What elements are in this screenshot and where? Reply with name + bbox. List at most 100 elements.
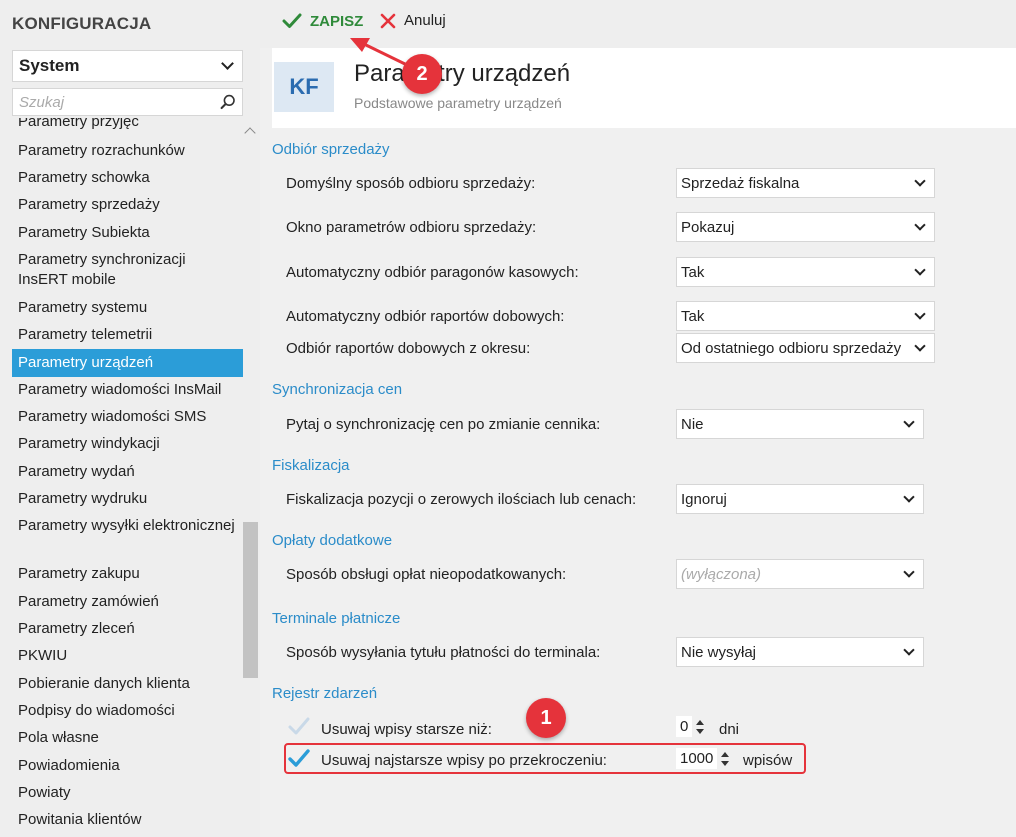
chevron-down-icon <box>914 218 926 231</box>
pytaj-o-synchronizacje-select[interactable]: Nie <box>676 409 924 439</box>
sidebar-item-powiadomienia[interactable]: Powiadomienia <box>12 756 243 776</box>
chevron-down-icon <box>914 174 926 187</box>
page-subtitle: Podstawowe parametry urządzeń <box>354 95 562 111</box>
sidebar-item-parametry-subiekta[interactable]: Parametry Subiekta <box>12 223 243 243</box>
unit-label: wpisów <box>743 752 793 769</box>
cancel-button[interactable]: Anuluj <box>380 12 446 29</box>
automatyczny-odbior-raportow-select[interactable]: Tak <box>676 301 935 331</box>
sidebar-item-parametry-synchronizacji[interactable]: Parametry synchronizacji InsERT mobile <box>12 250 243 290</box>
search-icon[interactable] <box>220 92 236 112</box>
search-box[interactable] <box>12 88 243 116</box>
module-select[interactable]: System <box>12 50 243 82</box>
setting-label: Automatyczny odbiór paragonów kasowych: <box>286 264 579 281</box>
section-title-odbior-sprzedazy: Odbiór sprzedaży <box>272 141 390 158</box>
sidebar-item-parametry-rozrachunkow[interactable]: Parametry rozrachunków <box>12 141 243 161</box>
x-icon <box>380 13 396 28</box>
decrement-icon[interactable] <box>721 760 730 766</box>
select-value: Nie <box>681 415 704 433</box>
sidebar-item-parametry-zakupu[interactable]: Parametry zakupu <box>12 564 243 584</box>
chevron-down-icon <box>914 339 926 352</box>
sidebar-item-parametry-zamowien[interactable]: Parametry zamówień <box>12 592 243 612</box>
check-icon <box>288 717 310 735</box>
check-icon <box>282 13 302 28</box>
sidebar-item-podpisy-do-wiadomosci[interactable]: Podpisy do wiadomości <box>12 701 243 721</box>
main-content: KF Parametry urządzeń Podstawowe paramet… <box>260 48 1016 837</box>
wpisow-spinner[interactable]: 1000 <box>676 748 730 769</box>
sidebar-item-parametry-wysylki-elektronicznej[interactable]: Parametry wysyłki elektronicznej <box>12 516 243 536</box>
search-input[interactable] <box>19 93 220 111</box>
sidebar-item-powitania-klientow[interactable]: Powitania klientów <box>12 810 243 830</box>
setting-label: Odbiór raportów dobowych z okresu: <box>286 340 531 357</box>
app-title: KONFIGURACJA <box>12 14 152 33</box>
domyslny-sposob-odbioru-select[interactable]: Sprzedaż fiskalna <box>676 168 935 198</box>
module-badge: KF <box>274 62 334 112</box>
cancel-button-label: Anuluj <box>404 12 446 29</box>
select-value: Tak <box>681 307 705 325</box>
toolbar: ZAPISZ Anuluj <box>260 0 1016 48</box>
sidebar-item-parametry-windykacji[interactable]: Parametry windykacji <box>12 434 243 454</box>
setting-label: Sposób obsługi opłat nieopodatkowanych: <box>286 566 567 583</box>
chevron-down-icon <box>221 57 234 70</box>
dni-spinner[interactable]: 0 <box>676 716 705 737</box>
sidebar-item-parametry-systemu[interactable]: Parametry systemu <box>12 298 243 318</box>
save-button-label: ZAPISZ <box>310 12 364 30</box>
sposob-obslugi-oplat-select[interactable]: (wyłączona) <box>676 559 924 589</box>
sidebar-item-pola-wlasne[interactable]: Pola własne <box>12 728 243 748</box>
okno-parametrow-select[interactable]: Pokazuj <box>676 212 935 242</box>
decrement-icon[interactable] <box>696 728 705 734</box>
sidebar-item-parametry-wydan[interactable]: Parametry wydań <box>12 462 243 482</box>
spinner-arrows[interactable] <box>721 751 730 766</box>
increment-icon[interactable] <box>721 751 730 757</box>
save-button[interactable]: ZAPISZ <box>282 12 363 30</box>
sidebar-item-parametry-przyjec[interactable]: Parametry przyjęć <box>12 118 243 132</box>
fiskalizacja-pozycji-select[interactable]: Ignoruj <box>676 484 924 514</box>
usuwaj-wpisy-starsze-checkbox[interactable] <box>286 714 312 740</box>
sidebar-item-parametry-wiadomosci-sms[interactable]: Parametry wiadomości SMS <box>12 407 243 427</box>
odbior-raportow-z-okresu-select[interactable]: Od ostatniego odbioru sprzedaży <box>676 333 935 363</box>
setting-label: Sposób wysyłania tytułu płatności do ter… <box>286 644 601 661</box>
sidebar-item-pobieranie-danych-klienta[interactable]: Pobieranie danych klienta <box>12 674 243 694</box>
settings-list: Parametry przyjęć Parametry rozrachunków… <box>12 118 243 837</box>
chevron-down-icon <box>914 307 926 320</box>
spinner-value[interactable]: 0 <box>676 716 693 737</box>
setting-label: Okno parametrów odbioru sprzedaży: <box>286 219 537 236</box>
select-value: Nie wysyłaj <box>681 643 757 661</box>
sidebar-item-parametry-schowka[interactable]: Parametry schowka <box>12 168 243 188</box>
sidebar-item-pkwiu[interactable]: PKWIU <box>12 646 243 666</box>
automatyczny-odbior-paragonow-select[interactable]: Tak <box>676 257 935 287</box>
spinner-arrows[interactable] <box>696 719 705 734</box>
annotation-badge-1: 1 <box>526 698 566 738</box>
setting-label: Fiskalizacja pozycji o zerowych ilościac… <box>286 491 637 508</box>
sidebar-scrollbar[interactable] <box>243 124 258 837</box>
check-icon <box>288 749 310 767</box>
select-value: Pokazuj <box>681 218 735 236</box>
sidebar-item-parametry-zlecen[interactable]: Parametry zleceń <box>12 619 243 639</box>
sidebar-item-parametry-urzadzen[interactable]: Parametry urządzeń <box>12 349 243 377</box>
scroll-thumb[interactable] <box>243 522 258 678</box>
sidebar-item-parametry-telemetrii[interactable]: Parametry telemetrii <box>12 325 243 345</box>
chevron-down-icon <box>903 490 915 503</box>
sidebar-item-parametry-sprzedazy[interactable]: Parametry sprzedaży <box>12 195 243 215</box>
page-title: Parametry urządzeń <box>354 60 571 87</box>
section-title-synchronizacja-cen: Synchronizacja cen <box>272 381 403 398</box>
setting-label: Domyślny sposób odbioru sprzedaży: <box>286 175 536 192</box>
sidebar: KONFIGURACJA System Parametry przyjęć Pa… <box>0 0 260 837</box>
sidebar-item-powiaty[interactable]: Powiaty <box>12 783 243 803</box>
sidebar-item-parametry-wydruku[interactable]: Parametry wydruku <box>12 489 243 509</box>
sposob-wysylania-tytulu-select[interactable]: Nie wysyłaj <box>676 637 924 667</box>
scroll-up-icon[interactable] <box>244 127 256 139</box>
spinner-value[interactable]: 1000 <box>676 748 718 769</box>
sidebar-item-parametry-wiadomosci-insmail[interactable]: Parametry wiadomości InsMail <box>12 380 243 400</box>
section-title-fiskalizacja: Fiskalizacja <box>272 457 350 474</box>
setting-label: Pytaj o synchronizację cen po zmianie ce… <box>286 416 601 433</box>
page-header: KF Parametry urządzeń Podstawowe paramet… <box>272 48 1016 128</box>
setting-label: Automatyczny odbiór raportów dobowych: <box>286 308 565 325</box>
usuwaj-najstarsze-checkbox[interactable] <box>286 746 312 772</box>
module-select-value: System <box>19 56 80 75</box>
chevron-down-icon <box>914 263 926 276</box>
chevron-down-icon <box>903 415 915 428</box>
increment-icon[interactable] <box>696 719 705 725</box>
section-title-terminale-platnicze: Terminale płatnicze <box>272 610 401 627</box>
select-value: (wyłączona) <box>681 565 762 583</box>
select-value: Sprzedaż fiskalna <box>681 174 800 192</box>
